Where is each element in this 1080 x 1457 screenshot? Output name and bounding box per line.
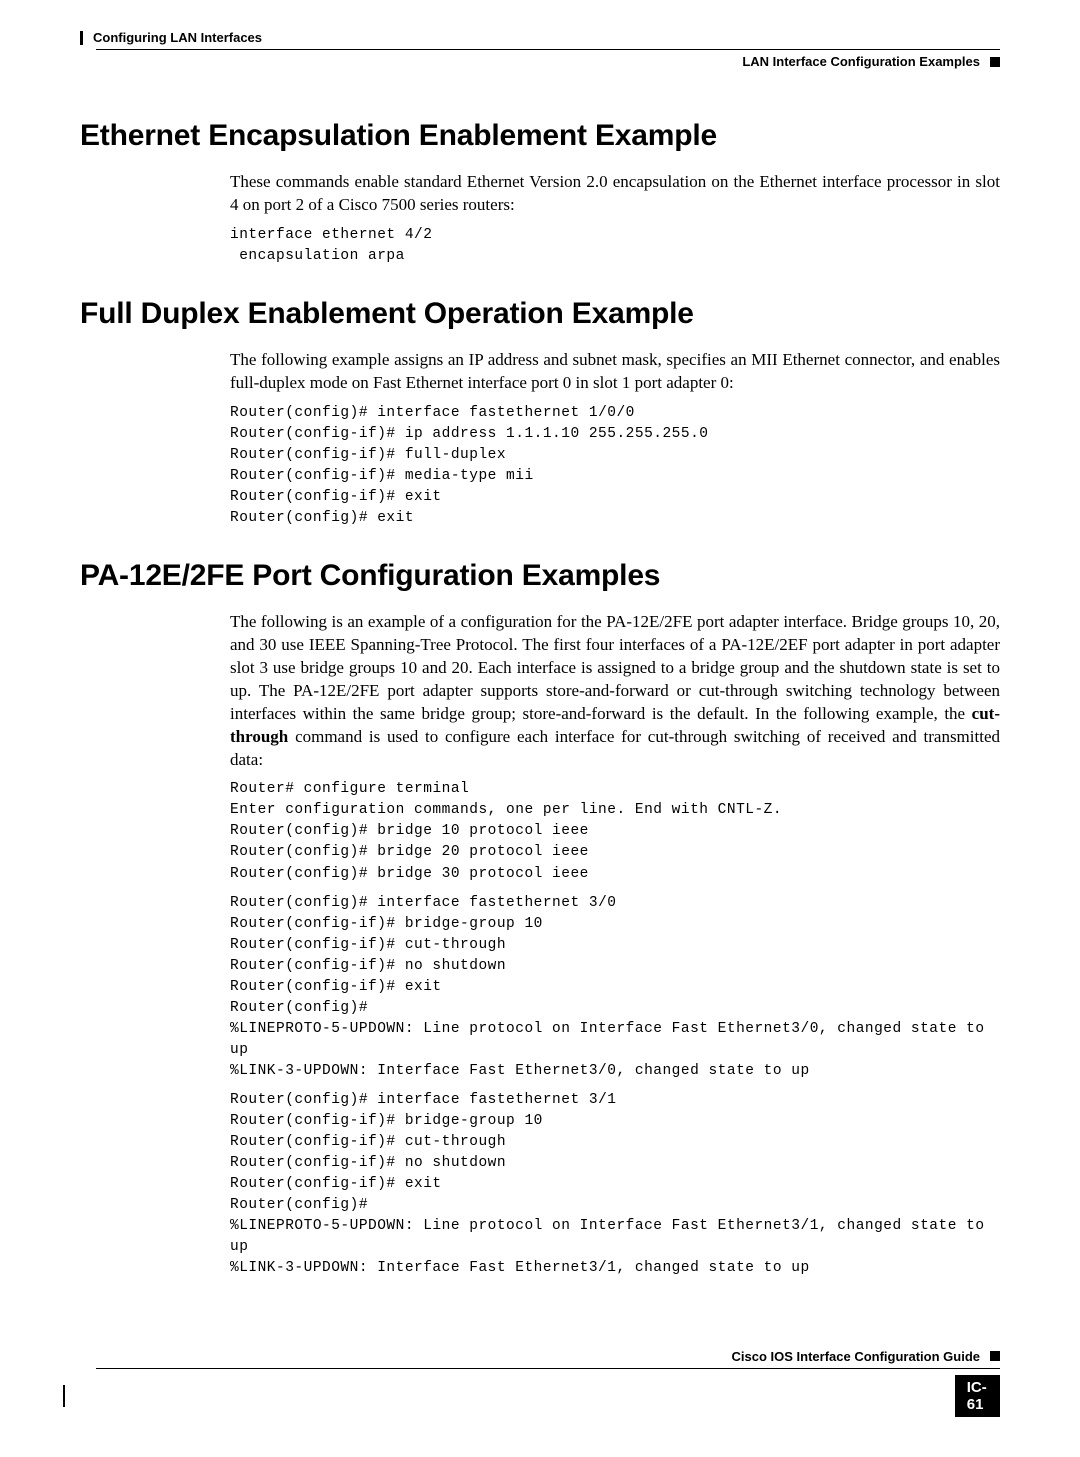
code-line: Router(config-if)# ip address 1.1.1.10 2… [230, 426, 708, 442]
code-line: Enter configuration commands, one per li… [230, 802, 782, 818]
code-line: Router(config-if)# media-type mii [230, 468, 534, 484]
section2-code: Router(config)# interface fastethernet 1… [80, 403, 1000, 529]
code-line: %LINK-3-UPDOWN: Interface Fast Ethernet3… [230, 1063, 810, 1079]
code-line: interface ethernet 4/2 [230, 227, 432, 243]
code-line: Router(config)# bridge 10 protocol ieee [230, 823, 589, 839]
code-line: Router(config-if)# no shutdown [230, 958, 506, 974]
code-line: Router(config-if)# no shutdown [230, 1155, 506, 1171]
code-line: Router(config-if)# exit [230, 979, 442, 995]
section1-code: interface ethernet 4/2 encapsulation arp… [80, 225, 1000, 267]
code-line: Router(config-if)# bridge-group 10 [230, 916, 543, 932]
code-line: Router(config-if)# bridge-group 10 [230, 1113, 543, 1129]
section3-code-block3: Router(config)# interface fastethernet 3… [80, 1090, 1000, 1279]
footer-guide-row: Cisco IOS Interface Configuration Guide [96, 1349, 1000, 1369]
code-line: Router(config-if)# cut-through [230, 937, 506, 953]
footer-bar-icon [63, 1385, 65, 1407]
code-line: Router(config)# bridge 20 protocol ieee [230, 844, 589, 860]
header-chapter-label: Configuring LAN Interfaces [93, 30, 262, 45]
code-line: Router(config-if)# full-duplex [230, 447, 506, 463]
header-section-row: LAN Interface Configuration Examples [96, 49, 1000, 69]
header-square-icon [990, 57, 1000, 67]
code-line: %LINK-3-UPDOWN: Interface Fast Ethernet3… [230, 1260, 810, 1276]
code-line: %LINEPROTO-5-UPDOWN: Line protocol on In… [230, 1021, 994, 1058]
code-line: Router(config)# interface fastethernet 3… [230, 1092, 616, 1108]
page: Configuring LAN Interfaces LAN Interface… [0, 0, 1080, 1457]
code-line: Router(config-if)# exit [230, 489, 442, 505]
code-line: %LINEPROTO-5-UPDOWN: Line protocol on In… [230, 1218, 994, 1255]
code-line: Router(config)# interface fastethernet 1… [230, 405, 635, 421]
code-line: Router(config)# [230, 1000, 368, 1016]
section3-code-block2: Router(config)# interface fastethernet 3… [80, 893, 1000, 1082]
code-line: Router(config-if)# cut-through [230, 1134, 506, 1150]
header-section-label: LAN Interface Configuration Examples [742, 54, 980, 69]
section1-paragraph: These commands enable standard Ethernet … [80, 171, 1000, 217]
page-header: Configuring LAN Interfaces LAN Interface… [80, 30, 1000, 69]
section2-paragraph: The following example assigns an IP addr… [80, 349, 1000, 395]
footer-square-icon [990, 1351, 1000, 1361]
code-line: Router(config)# bridge 30 protocol ieee [230, 866, 589, 882]
footer-page-row: IC-61 [63, 1375, 1000, 1417]
code-line: Router(config-if)# exit [230, 1176, 442, 1192]
header-chapter-row: Configuring LAN Interfaces [80, 30, 1000, 45]
footer-guide-label: Cisco IOS Interface Configuration Guide [732, 1349, 980, 1364]
code-line: encapsulation arpa [230, 248, 405, 264]
code-line: Router(config)# interface fastethernet 3… [230, 895, 616, 911]
page-footer: Cisco IOS Interface Configuration Guide … [80, 1349, 1000, 1417]
section-heading-ethernet-encap: Ethernet Encapsulation Enablement Exampl… [80, 119, 1000, 153]
section-heading-pa12e: PA-12E/2FE Port Configuration Examples [80, 559, 1000, 593]
section3-code-block1: Router# configure terminal Enter configu… [80, 779, 1000, 884]
code-line: Router(config)# [230, 1197, 368, 1213]
code-line: Router(config)# exit [230, 510, 414, 526]
page-number-badge: IC-61 [955, 1375, 1000, 1417]
section3-paragraph: The following is an example of a configu… [80, 611, 1000, 772]
header-bar-icon [80, 31, 83, 45]
code-line: Router# configure terminal [230, 781, 469, 797]
section-heading-full-duplex: Full Duplex Enablement Operation Example [80, 297, 1000, 331]
